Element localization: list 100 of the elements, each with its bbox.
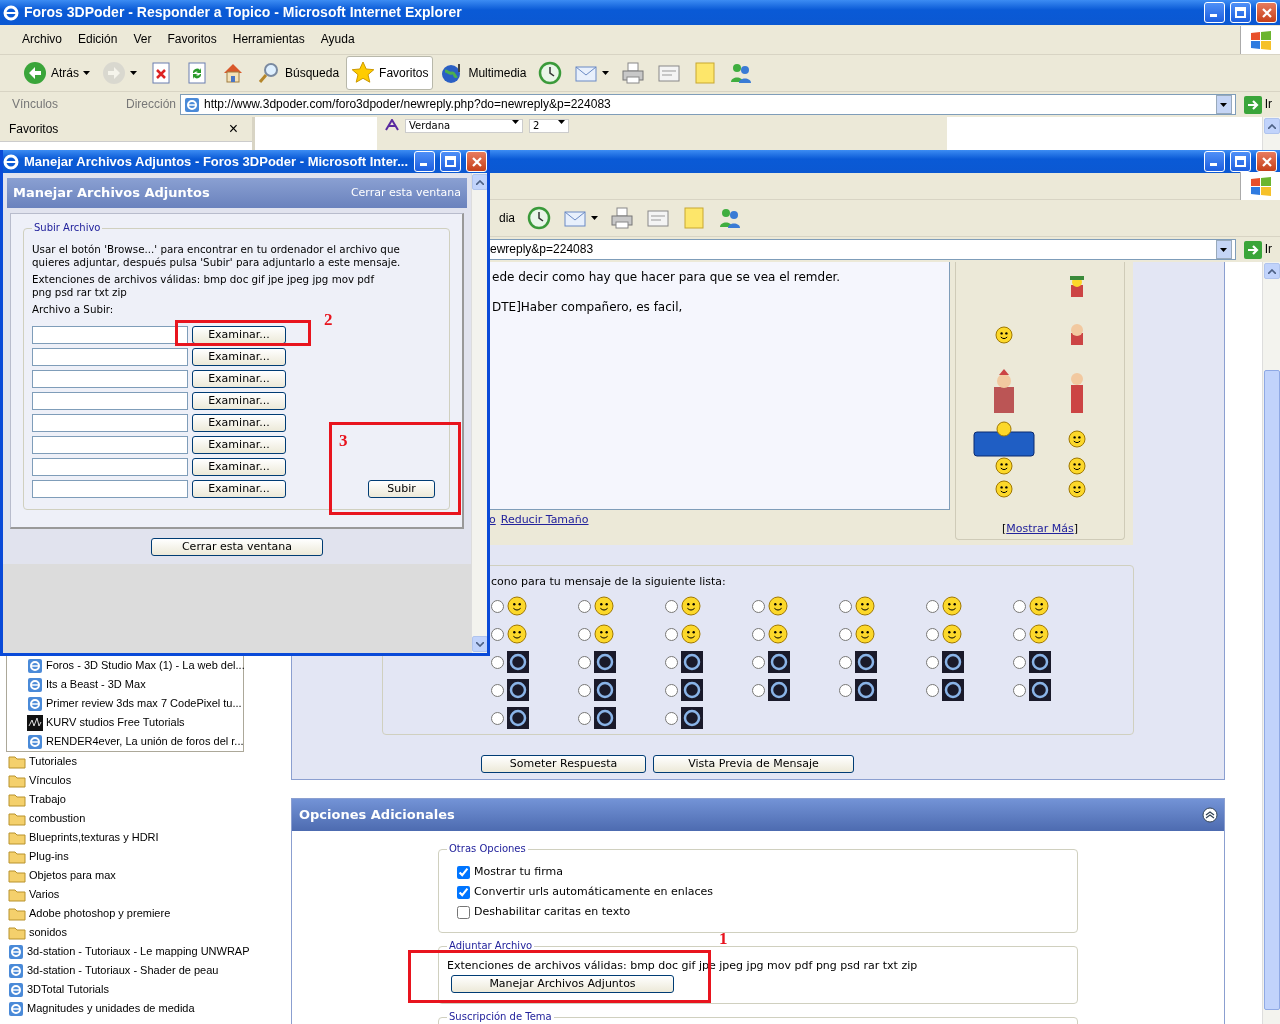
font-select[interactable]: Verdana [405,119,523,133]
collapse-icon[interactable] [1202,807,1218,823]
file-path-field[interactable] [32,370,188,388]
favorite-link[interactable]: 3d-station - Tutoriaux - Le mapping UNWRAP [0,942,252,961]
browse-button[interactable]: Examinar... [192,436,286,454]
preview-button[interactable]: Vista Previa de Mensaje [653,755,854,773]
browse-button[interactable]: Examinar... [192,414,286,432]
favorites-button[interactable]: Favoritos [346,56,434,90]
icon-radio[interactable] [491,627,504,641]
icon-radio[interactable] [665,599,678,613]
links-label[interactable]: Vínculos [4,97,122,112]
minimize-button[interactable] [1204,151,1225,172]
file-path-field[interactable] [32,480,188,498]
go-button[interactable]: Ir [1239,240,1276,259]
checkbox[interactable] [457,865,470,879]
submit-button[interactable]: Someter Respuesta [481,755,646,773]
menu-item[interactable]: Ver [125,32,160,47]
icon-radio[interactable] [1013,599,1026,613]
icon-radio[interactable] [752,655,765,669]
favorite-folder[interactable]: Trabajo [0,790,252,809]
close-button[interactable] [1256,151,1277,172]
icon-radio[interactable] [665,683,678,697]
menu-item[interactable]: Favoritos [159,32,225,47]
checkbox[interactable] [457,885,470,899]
search-button[interactable]: Búsqueda [252,56,345,90]
scrollbar[interactable] [471,173,487,653]
toolbar-button[interactable]: dia [494,201,520,235]
close-button[interactable] [1256,2,1277,23]
icon-radio[interactable] [578,711,591,725]
scroll-up-button[interactable] [471,174,487,190]
favorite-folder[interactable]: sonidos [0,923,252,942]
browse-button[interactable]: Examinar... [192,370,286,388]
maximize-button[interactable] [1230,2,1251,23]
close-button[interactable] [466,151,487,172]
favorite-link[interactable]: 3d-station - Tutoriaux - Shader de peau [0,961,252,980]
scroll-down-button[interactable] [471,636,487,652]
favorite-folder[interactable]: Objetos para max [0,866,252,885]
maximize-button[interactable] [440,151,461,172]
icon-radio[interactable] [578,599,591,613]
icon-radio[interactable] [578,683,591,697]
file-path-field[interactable] [32,348,188,366]
close-window-button[interactable]: Cerrar esta ventana [151,538,323,556]
icon-radio[interactable] [665,655,678,669]
checkbox[interactable] [457,905,470,919]
file-path-field[interactable] [32,458,188,476]
back-button[interactable]: Atrás [18,56,95,90]
icon-radio[interactable] [1013,683,1026,697]
icon-radio[interactable] [491,599,504,613]
icon-radio[interactable] [665,627,678,641]
favorite-link[interactable]: RENDER4ever, La unión de foros del r... [7,732,243,751]
icon-radio[interactable] [839,599,852,613]
icon-radio[interactable] [752,599,765,613]
size-select[interactable]: 2 [529,119,569,133]
favorite-folder[interactable]: combustion [0,809,252,828]
menu-item[interactable]: Ayuda [312,32,363,47]
favorite-folder[interactable]: Blueprints,texturas y HDRI [0,828,252,847]
scrollbar[interactable] [1262,262,1280,1024]
address-field[interactable]: http://www.3dpoder.com/foro3dpoder/newreply.php?do=newreply&p=224083 [180,94,1236,115]
favorite-link[interactable]: Primer review 3ds max 7 CodePixel tu... [7,694,243,713]
menu-item[interactable]: Edición [70,32,126,47]
browse-button[interactable]: Examinar... [192,458,286,476]
maximize-button[interactable] [1230,151,1251,172]
browse-button[interactable]: Examinar... [192,326,286,344]
scrollbar[interactable] [1262,117,1280,150]
favorite-link[interactable]: KURV studios Free Tutorials [7,713,243,732]
favorite-folder[interactable]: Varios [0,885,252,904]
favorite-folder[interactable]: Vínculos [0,771,252,790]
icon-radio[interactable] [491,655,504,669]
media-button[interactable]: Multimedia [435,56,532,90]
icon-radio[interactable] [752,683,765,697]
manage-attachments-button[interactable]: Manejar Archivos Adjuntos [451,975,674,994]
favorite-folder[interactable]: Tutoriales [0,752,252,771]
icon-radio[interactable] [926,599,939,613]
favorite-link[interactable]: Its a Beast - 3D Max [7,675,243,694]
go-button[interactable]: Ir [1239,95,1276,114]
file-path-field[interactable] [32,326,188,344]
scroll-up-button[interactable] [1263,118,1280,134]
resize-link[interactable]: Reducir Tamaño [500,513,589,527]
icon-radio[interactable] [839,655,852,669]
icon-radio[interactable] [491,711,504,725]
file-path-field[interactable] [32,436,188,454]
icon-radio[interactable] [839,683,852,697]
minimize-button[interactable] [1204,2,1225,23]
scroll-up-button[interactable] [1263,263,1280,279]
icon-radio[interactable] [926,655,939,669]
close-button[interactable]: × [228,121,238,137]
scroll-thumb[interactable] [1263,370,1280,1010]
file-path-field[interactable] [32,392,188,410]
show-more-link[interactable]: Mostrar Más [1006,521,1074,535]
favorite-link[interactable]: Magnitudes y unidades de medida [0,999,252,1018]
file-path-field[interactable] [32,414,188,432]
upload-button[interactable]: Subir [368,480,435,498]
icon-radio[interactable] [665,711,678,725]
icon-radio[interactable] [926,627,939,641]
browse-button[interactable]: Examinar... [192,348,286,366]
favorite-folder[interactable]: Plug-ins [0,847,252,866]
favorite-link[interactable]: Foros - 3D Studio Max (1) - La web del... [7,656,243,675]
browse-button[interactable]: Examinar... [192,480,286,498]
resize-link[interactable]: o [489,513,496,527]
icon-radio[interactable] [752,627,765,641]
